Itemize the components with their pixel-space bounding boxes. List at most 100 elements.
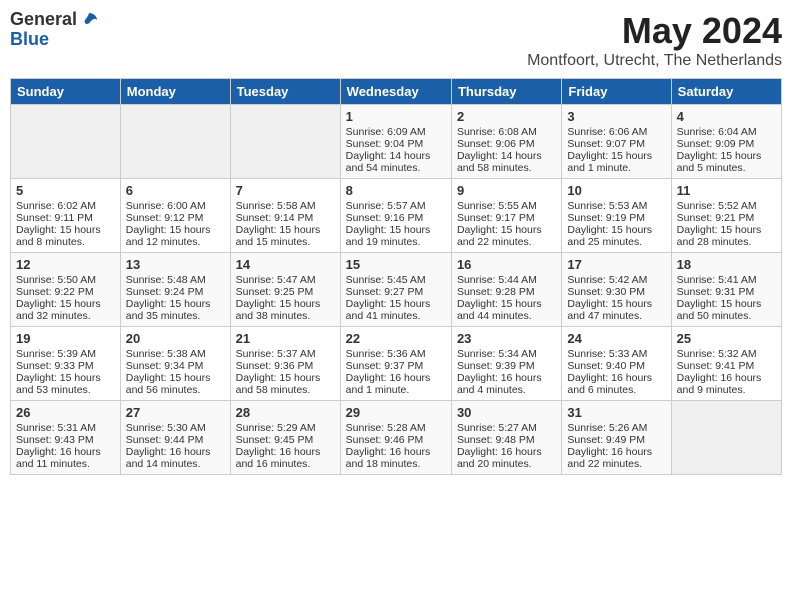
logo: General Blue — [10, 10, 99, 50]
day-info: Sunrise: 5:55 AM — [457, 200, 556, 212]
day-info: Daylight: 15 hours and 5 minutes. — [677, 150, 776, 174]
day-info: Daylight: 15 hours and 25 minutes. — [567, 224, 665, 248]
day-info: Daylight: 15 hours and 1 minute. — [567, 150, 665, 174]
day-info: Daylight: 15 hours and 56 minutes. — [126, 372, 225, 396]
day-info: Daylight: 16 hours and 20 minutes. — [457, 446, 556, 470]
day-number: 15 — [346, 257, 446, 272]
day-info: Sunrise: 5:37 AM — [236, 348, 335, 360]
day-info: Sunset: 9:48 PM — [457, 434, 556, 446]
day-info: Daylight: 16 hours and 11 minutes. — [16, 446, 115, 470]
day-info: Sunset: 9:19 PM — [567, 212, 665, 224]
calendar-week-2: 5Sunrise: 6:02 AMSunset: 9:11 PMDaylight… — [11, 179, 782, 253]
day-info: Sunset: 9:17 PM — [457, 212, 556, 224]
calendar-cell — [671, 401, 781, 475]
calendar-cell: 30 Sunrise: 5:27 AMSunset: 9:48 PMDayligh… — [451, 401, 561, 475]
day-info: Sunset: 9:49 PM — [567, 434, 665, 446]
day-info: Sunset: 9:37 PM — [346, 360, 446, 372]
calendar-cell: 14 Sunrise: 5:47 AMSunset: 9:25 PMDayligh… — [230, 253, 340, 327]
day-info: Daylight: 15 hours and 32 minutes. — [16, 298, 115, 322]
location-subtitle: Montfoort, Utrecht, The Netherlands — [527, 52, 782, 70]
weekday-header-sunday: Sunday — [11, 79, 121, 105]
weekday-header-thursday: Thursday — [451, 79, 561, 105]
logo-bird-icon — [79, 10, 99, 30]
day-number: 30 — [457, 405, 556, 420]
day-info: Sunset: 9:21 PM — [677, 212, 776, 224]
day-info: Sunset: 9:33 PM — [16, 360, 115, 372]
day-info: Sunrise: 5:57 AM — [346, 200, 446, 212]
day-info: Sunset: 9:30 PM — [567, 286, 665, 298]
day-number: 14 — [236, 257, 335, 272]
day-info: Sunset: 9:34 PM — [126, 360, 225, 372]
day-number: 18 — [677, 257, 776, 272]
day-info: Sunrise: 5:42 AM — [567, 274, 665, 286]
day-number: 4 — [677, 109, 776, 124]
day-number: 1 — [346, 109, 446, 124]
day-info: Sunset: 9:43 PM — [16, 434, 115, 446]
day-info: Sunrise: 5:26 AM — [567, 422, 665, 434]
day-info: Sunrise: 5:52 AM — [677, 200, 776, 212]
day-info: Sunset: 9:40 PM — [567, 360, 665, 372]
day-info: Sunset: 9:39 PM — [457, 360, 556, 372]
day-info: Daylight: 16 hours and 22 minutes. — [567, 446, 665, 470]
day-info: Daylight: 16 hours and 6 minutes. — [567, 372, 665, 396]
day-number: 7 — [236, 183, 335, 198]
calendar-cell: 12 Sunrise: 5:50 AMSunset: 9:22 PMDayligh… — [11, 253, 121, 327]
day-info: Daylight: 15 hours and 19 minutes. — [346, 224, 446, 248]
calendar-week-4: 19Sunrise: 5:39 AMSunset: 9:33 PMDayligh… — [11, 327, 782, 401]
page-header: General Blue May 2024 Montfoort, Utrecht… — [10, 10, 782, 70]
day-info: Sunrise: 6:00 AM — [126, 200, 225, 212]
day-info: Sunrise: 5:31 AM — [16, 422, 115, 434]
calendar-table: SundayMondayTuesdayWednesdayThursdayFrid… — [10, 78, 782, 475]
calendar-cell: 16Sunrise: 5:44 AMSunset: 9:28 PMDayligh… — [451, 253, 561, 327]
day-number: 17 — [567, 257, 665, 272]
day-number: 31 — [567, 405, 665, 420]
calendar-cell: 10Sunrise: 5:53 AMSunset: 9:19 PMDayligh… — [562, 179, 671, 253]
day-info: Daylight: 15 hours and 8 minutes. — [16, 224, 115, 248]
calendar-cell: 24Sunrise: 5:33 AMSunset: 9:40 PMDayligh… — [562, 327, 671, 401]
day-number: 22 — [346, 331, 446, 346]
day-info: Daylight: 16 hours and 14 minutes. — [126, 446, 225, 470]
day-info: Sunrise: 6:02 AM — [16, 200, 115, 212]
day-number: 3 — [567, 109, 665, 124]
day-info: Sunset: 9:27 PM — [346, 286, 446, 298]
day-info: Sunrise: 5:48 AM — [126, 274, 225, 286]
day-info: Sunrise: 5:50 AM — [16, 274, 115, 286]
day-info: Sunset: 9:25 PM — [236, 286, 335, 298]
calendar-cell: 22Sunrise: 5:36 AMSunset: 9:37 PMDayligh… — [340, 327, 451, 401]
day-info: Sunrise: 5:33 AM — [567, 348, 665, 360]
day-info: Daylight: 15 hours and 38 minutes. — [236, 298, 335, 322]
day-info: Sunset: 9:14 PM — [236, 212, 335, 224]
day-info: Daylight: 16 hours and 9 minutes. — [677, 372, 776, 396]
day-info: Sunrise: 5:38 AM — [126, 348, 225, 360]
day-info: Sunset: 9:04 PM — [346, 138, 446, 150]
day-info: Daylight: 15 hours and 53 minutes. — [16, 372, 115, 396]
calendar-cell: 23Sunrise: 5:34 AMSunset: 9:39 PMDayligh… — [451, 327, 561, 401]
day-info: Sunset: 9:24 PM — [126, 286, 225, 298]
calendar-cell: 13Sunrise: 5:48 AMSunset: 9:24 PMDayligh… — [120, 253, 230, 327]
day-info: Sunrise: 5:32 AM — [677, 348, 776, 360]
day-number: 16 — [457, 257, 556, 272]
day-info: Sunrise: 5:58 AM — [236, 200, 335, 212]
calendar-week-1: 1 Sunrise: 6:09 AMSunset: 9:04 PM Daylight… — [11, 105, 782, 179]
day-info: Daylight: 15 hours and 50 minutes. — [677, 298, 776, 322]
calendar-cell: 19Sunrise: 5:39 AMSunset: 9:33 PMDayligh… — [11, 327, 121, 401]
day-info: Sunset: 9:22 PM — [16, 286, 115, 298]
weekday-header-friday: Friday — [562, 79, 671, 105]
calendar-cell: 7Sunrise: 5:58 AMSunset: 9:14 PMDaylight… — [230, 179, 340, 253]
day-number: 5 — [16, 183, 115, 198]
day-info: Sunset: 9:45 PM — [236, 434, 335, 446]
day-info: Daylight: 16 hours and 4 minutes. — [457, 372, 556, 396]
day-number: 19 — [16, 331, 115, 346]
day-number: 12 — [16, 257, 115, 272]
day-info: Sunset: 9:06 PM — [457, 138, 556, 150]
title-area: May 2024 Montfoort, Utrecht, The Netherl… — [527, 10, 782, 70]
day-info: Sunset: 9:31 PM — [677, 286, 776, 298]
calendar-cell: 5Sunrise: 6:02 AMSunset: 9:11 PMDaylight… — [11, 179, 121, 253]
day-info: Sunset: 9:28 PM — [457, 286, 556, 298]
day-info: Sunrise: 5:27 AM — [457, 422, 556, 434]
calendar-cell: 17Sunrise: 5:42 AMSunset: 9:30 PMDayligh… — [562, 253, 671, 327]
logo-blue: Blue — [10, 30, 99, 50]
day-info: Sunrise: 6:09 AM — [346, 126, 446, 138]
day-number: 26 — [16, 405, 115, 420]
day-info: Sunrise: 5:47 AM — [236, 274, 335, 286]
